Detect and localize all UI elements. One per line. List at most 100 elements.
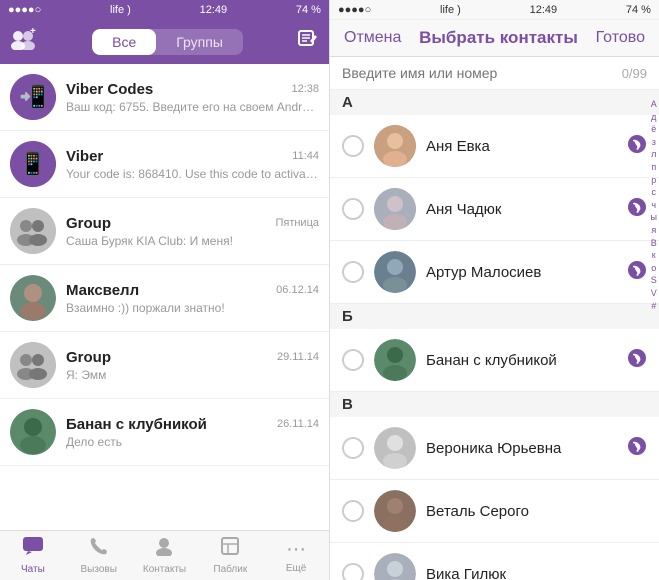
index-l[interactable]: л [651, 148, 657, 161]
signal-right: ●●●●○ [338, 4, 371, 16]
chat-time: 26.11.14 [277, 418, 319, 430]
chat-name: Group [66, 349, 111, 366]
index-a[interactable]: А [651, 98, 657, 111]
index-S[interactable]: S [651, 274, 657, 287]
right-panel: ●●●●○ life ) 12:49 74 % Отмена Выбрать к… [330, 0, 659, 580]
index-yo[interactable]: ё [651, 123, 657, 136]
chats-icon [22, 536, 44, 562]
chat-time: Пятница [275, 217, 319, 229]
index-hash[interactable]: # [651, 300, 657, 313]
svg-text:+: + [30, 28, 36, 37]
index-v[interactable]: В [651, 237, 657, 250]
avatar-maxwell [10, 275, 56, 321]
signal-left: ●●●●○ [8, 4, 41, 16]
nav-label-public: Паблик [213, 564, 247, 575]
chat-name: Group [66, 215, 111, 232]
done-button[interactable]: Готово [596, 29, 645, 47]
contact-item-artur[interactable]: Артур Малосиев [330, 241, 659, 304]
chat-item-group1[interactable]: Group Пятница Саша Буряк KIA Club: И мен… [0, 198, 329, 265]
nav-label-chats: Чаты [21, 564, 45, 575]
index-k[interactable]: к [651, 249, 657, 262]
chat-preview: Я: Эмм [66, 368, 319, 382]
contacts-icon [154, 536, 174, 562]
chat-list: 📲 Viber Codes 12:38 Ваш код: 6755. Введи… [0, 64, 329, 530]
contact-item-banan[interactable]: Банан с клубникой [330, 329, 659, 392]
contact-item-vetal[interactable]: Веталь Серого [330, 480, 659, 543]
avatar-vika [374, 553, 416, 580]
index-y[interactable]: ы [651, 211, 657, 224]
index-ch[interactable]: ч [651, 199, 657, 212]
index-V[interactable]: V [651, 287, 657, 300]
chat-time: 11:44 [292, 150, 319, 162]
search-bar: 0/99 [330, 57, 659, 90]
contact-item-vika[interactable]: Вика Гилюк [330, 543, 659, 580]
radio-vetal[interactable] [342, 500, 364, 522]
avatar-group1 [10, 208, 56, 254]
index-p[interactable]: п [651, 161, 657, 174]
contact-name-anya-chadyuk: Аня Чадюк [426, 201, 627, 218]
chat-name: Viber Codes [66, 81, 153, 98]
tab-switcher: Все Группы [92, 29, 243, 55]
status-bar-right: ●●●●○ life ) 12:49 74 % [330, 0, 659, 20]
time-right: 12:49 [530, 4, 558, 16]
chat-preview: Дело есть [66, 435, 319, 449]
bottom-nav: Чаты Вызовы Контакты [0, 530, 329, 580]
radio-artur[interactable] [342, 261, 364, 283]
chat-item-viber-codes[interactable]: 📲 Viber Codes 12:38 Ваш код: 6755. Введи… [0, 64, 329, 131]
nav-calls[interactable]: Вызовы [66, 536, 132, 575]
chat-time: 12:38 [291, 83, 319, 95]
right-header: Отмена Выбрать контакты Готово [330, 20, 659, 57]
section-header-v: В [330, 392, 659, 417]
avatar-veronika [374, 427, 416, 469]
contact-item-anya-chadyuk[interactable]: Аня Чадюк [330, 178, 659, 241]
index-o[interactable]: о [651, 262, 657, 275]
index-d[interactable]: д [651, 111, 657, 124]
radio-anya-chadyuk[interactable] [342, 198, 364, 220]
status-bar-left: ●●●●○ life ) 12:49 74 % [0, 0, 329, 20]
viber-badge-veronika [627, 436, 647, 461]
chat-item-group2[interactable]: Group 29.11.14 Я: Эмм [0, 332, 329, 399]
chat-info-banan: Банан с клубникой 26.11.14 Дело есть [66, 416, 319, 449]
cancel-button[interactable]: Отмена [344, 29, 401, 47]
chat-preview: Ваш код: 6755. Введите его на своем Andr… [66, 100, 319, 114]
index-z[interactable]: з [651, 136, 657, 149]
avatar-viber: 📱 [10, 141, 56, 187]
chat-item-banan[interactable]: Банан с клубникой 26.11.14 Дело есть [0, 399, 329, 466]
public-icon [220, 536, 240, 562]
time-left: 12:49 [200, 4, 228, 16]
radio-vika[interactable] [342, 563, 364, 580]
contact-name-vetal: Веталь Серого [426, 503, 647, 520]
index-bar: А д ё з л п р с ч ы я В к о S V # [651, 90, 657, 580]
chat-preview: Взаимно :)) поржали знатно! [66, 301, 319, 315]
index-r[interactable]: р [651, 174, 657, 187]
chat-info-viber-codes: Viber Codes 12:38 Ваш код: 6755. Введите… [66, 81, 319, 114]
nav-more[interactable]: ··· Ещё [263, 538, 329, 574]
viber-badge-banan [627, 348, 647, 373]
nav-contacts[interactable]: Контакты [132, 536, 198, 575]
avatar-group2 [10, 342, 56, 388]
chat-item-maxwell[interactable]: Максвелл 06.12.14 Взаимно :)) поржали зн… [0, 265, 329, 332]
search-input[interactable] [342, 65, 622, 81]
contact-name-veronika: Вероника Юрьевна [426, 440, 627, 457]
svg-text:📲: 📲 [19, 84, 46, 109]
tab-groups[interactable]: Группы [156, 29, 243, 55]
compose-button[interactable] [297, 29, 319, 56]
nav-label-more: Ещё [286, 563, 306, 574]
index-ya[interactable]: я [651, 224, 657, 237]
radio-banan[interactable] [342, 349, 364, 371]
radio-veronika[interactable] [342, 437, 364, 459]
index-s[interactable]: с [651, 186, 657, 199]
tab-all[interactable]: Все [92, 29, 156, 55]
nav-public[interactable]: Паблик [197, 536, 263, 575]
contact-item-anya-evka[interactable]: Аня Евка [330, 115, 659, 178]
chat-item-viber[interactable]: 📱 Viber 11:44 Your code is: 868410. Use … [0, 131, 329, 198]
avatar-anya-evka [374, 125, 416, 167]
chat-name: Максвелл [66, 282, 139, 299]
contact-item-veronika[interactable]: Вероника Юрьевна [330, 417, 659, 480]
chat-info-group2: Group 29.11.14 Я: Эмм [66, 349, 319, 382]
nav-chats[interactable]: Чаты [0, 536, 66, 575]
section-header-a: А [330, 90, 659, 115]
radio-anya-evka[interactable] [342, 135, 364, 157]
add-group-button[interactable]: + [10, 28, 38, 56]
more-icon: ··· [286, 538, 306, 561]
